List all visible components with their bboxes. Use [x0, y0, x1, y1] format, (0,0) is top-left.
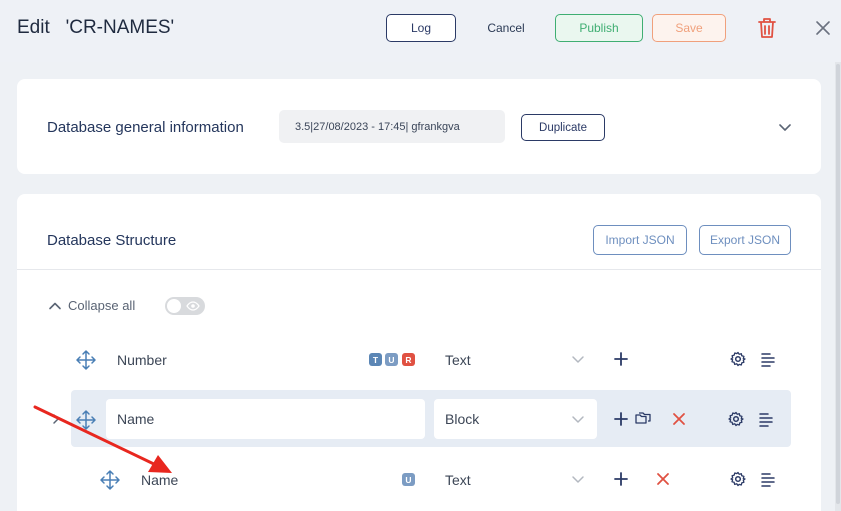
- close-icon[interactable]: [812, 16, 834, 40]
- align-left-icon[interactable]: [757, 410, 775, 428]
- page-title: Edit 'CR-NAMES': [17, 17, 174, 39]
- move-icon[interactable]: [75, 409, 97, 431]
- trash-icon[interactable]: [756, 16, 778, 40]
- chevron-down-icon[interactable]: [571, 415, 585, 425]
- save-button[interactable]: Save: [652, 14, 726, 42]
- import-json-button[interactable]: Import JSON: [593, 225, 687, 255]
- badge-u: U: [402, 473, 415, 486]
- chevron-down-icon[interactable]: [777, 119, 793, 135]
- field-name-input[interactable]: Name: [106, 399, 425, 439]
- field-name: Number: [117, 352, 167, 368]
- field-type[interactable]: Text: [445, 472, 471, 488]
- field-type[interactable]: Text: [445, 352, 471, 368]
- export-json-button[interactable]: Export JSON: [699, 225, 791, 255]
- field-type: Block: [445, 411, 480, 427]
- log-button[interactable]: Log: [386, 14, 456, 42]
- chevron-down-icon[interactable]: [571, 355, 585, 365]
- publish-button[interactable]: Publish: [555, 14, 643, 42]
- chevron-down-icon[interactable]: [571, 475, 585, 485]
- chevron-right-icon[interactable]: [52, 413, 60, 425]
- move-icon[interactable]: [75, 349, 97, 371]
- badge-u: U: [385, 353, 398, 366]
- cancel-button[interactable]: Cancel: [478, 14, 534, 42]
- align-left-icon[interactable]: [759, 350, 777, 368]
- folder-copy-icon[interactable]: [634, 410, 652, 428]
- plus-icon[interactable]: [612, 410, 630, 428]
- plus-icon[interactable]: [612, 470, 630, 488]
- badge-r: R: [402, 353, 415, 366]
- field-name: Name: [141, 472, 179, 488]
- plus-icon[interactable]: [612, 350, 630, 368]
- align-left-icon[interactable]: [759, 470, 777, 488]
- toggle-knob: [167, 299, 181, 313]
- collapse-all-button[interactable]: Collapse all: [48, 298, 135, 313]
- badge-t: T: [369, 353, 382, 366]
- duplicate-button[interactable]: Duplicate: [521, 114, 605, 141]
- scrollbar-thumb[interactable]: [836, 64, 840, 504]
- gear-icon[interactable]: [729, 470, 747, 488]
- delete-x-icon[interactable]: [654, 470, 672, 488]
- edit-label: Edit: [17, 17, 50, 38]
- gear-icon[interactable]: [727, 410, 745, 428]
- chevron-up-icon: [49, 302, 61, 309]
- structure-title: Database Structure: [47, 232, 177, 249]
- database-name: 'CR-NAMES': [65, 17, 175, 38]
- editor-header: Edit 'CR-NAMES' Log Cancel Publish Save: [0, 0, 841, 62]
- eye-icon: [186, 301, 200, 311]
- delete-x-icon[interactable]: [670, 410, 688, 428]
- general-info-title: Database general information: [47, 119, 244, 136]
- gear-icon[interactable]: [729, 350, 747, 368]
- collapse-all-label: Collapse all: [68, 298, 136, 313]
- visibility-toggle[interactable]: [165, 297, 205, 315]
- move-icon[interactable]: [99, 469, 121, 491]
- divider: [17, 269, 821, 270]
- version-info: 3.5|27/08/2023 - 17:45| gfrankgva: [279, 110, 505, 143]
